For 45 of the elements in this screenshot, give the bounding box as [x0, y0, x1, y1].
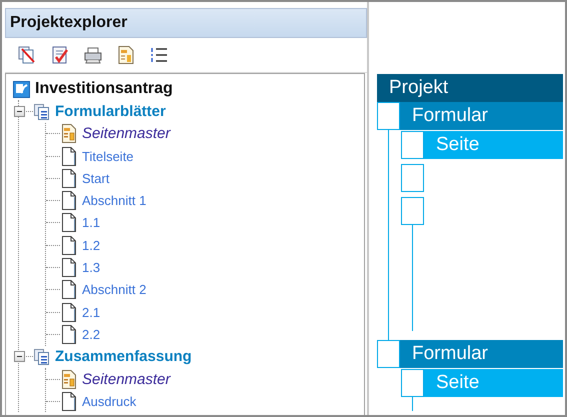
printer-icon[interactable] — [83, 45, 103, 65]
tree-item[interactable]: Abschnitt 1 — [82, 193, 146, 208]
page-icon — [60, 324, 77, 344]
page-icon — [60, 280, 77, 300]
page-icon — [60, 258, 77, 278]
checklist-icon[interactable] — [50, 45, 70, 65]
form-icon — [13, 80, 30, 98]
tree-item[interactable]: Zusammenfassung — [55, 348, 192, 366]
pages-icon — [33, 348, 50, 366]
tree-item[interactable]: Investitionsantrag — [35, 80, 173, 98]
collapse-icon[interactable] — [14, 351, 25, 362]
tree-item[interactable]: 1.2 — [82, 238, 100, 253]
page-icon — [60, 392, 77, 411]
tree-item[interactable]: 1.1 — [82, 215, 100, 230]
master-page-icon — [60, 370, 77, 388]
node-box — [401, 131, 424, 159]
page-icon — [60, 191, 77, 210]
collapse-icon[interactable] — [14, 106, 25, 117]
page-icon — [60, 302, 77, 322]
page-icon — [60, 236, 77, 255]
copy-delete-icon[interactable] — [17, 45, 37, 65]
diagram-node: Formular — [400, 340, 563, 368]
node-box — [401, 164, 424, 192]
diagram-node: Projekt — [377, 74, 563, 102]
page-icon — [60, 213, 77, 232]
diagram-node: Formular — [400, 102, 563, 130]
diagram-node: Seite — [424, 131, 563, 159]
tree-item[interactable]: 2.2 — [82, 326, 100, 342]
tree-item[interactable]: Seitenmaster — [82, 370, 170, 388]
tree-item[interactable]: Formularblätter — [55, 102, 166, 120]
tree-item[interactable]: Ausdruck — [82, 394, 136, 409]
tree-item[interactable]: 2.1 — [82, 304, 100, 320]
page-icon — [60, 168, 77, 188]
tree-item[interactable]: 1.3 — [82, 260, 100, 276]
numbered-list-icon[interactable] — [149, 45, 169, 65]
tree-item[interactable]: Abschnitt 2 — [82, 282, 146, 298]
pages-icon — [33, 102, 50, 120]
tree-item[interactable]: Titelseite — [82, 148, 134, 164]
tree-item[interactable]: Seitenmaster — [82, 125, 170, 142]
tree-item[interactable]: Start — [82, 170, 110, 186]
diagram-node: Seite — [424, 369, 563, 397]
master-page-icon — [60, 124, 77, 144]
page-icon — [60, 146, 77, 166]
panel-title: Projektexplorer — [5, 8, 367, 38]
document-icon[interactable] — [116, 45, 136, 65]
